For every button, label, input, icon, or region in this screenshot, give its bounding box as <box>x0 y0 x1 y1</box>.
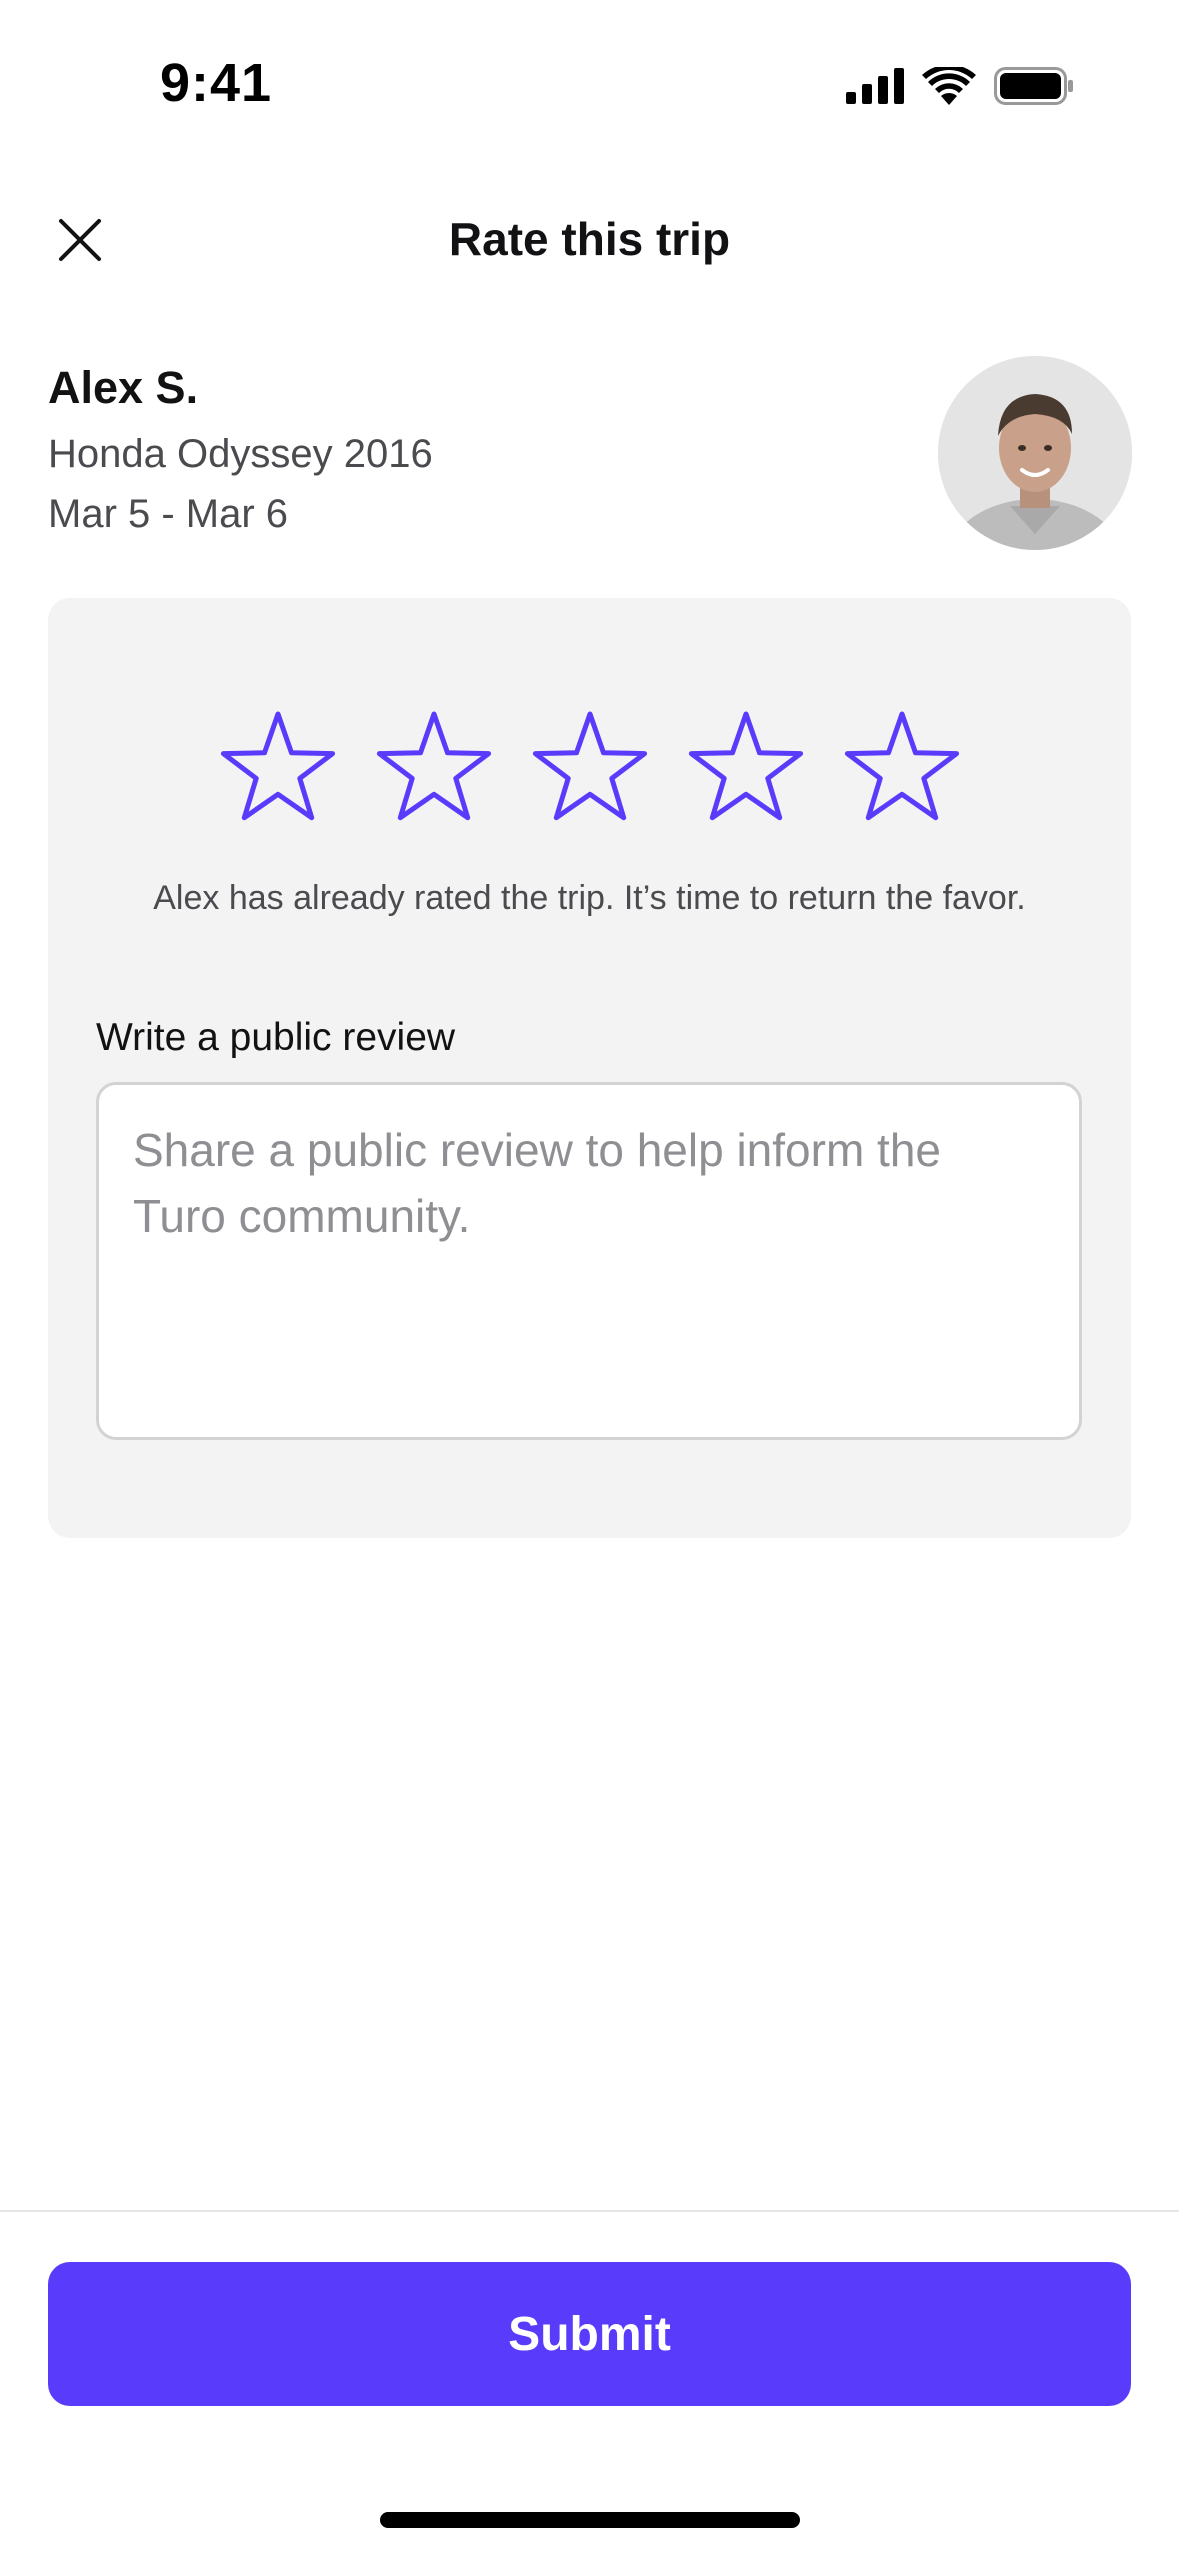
wifi-icon <box>922 67 976 105</box>
review-label: Write a public review <box>96 1016 456 1059</box>
submit-button[interactable]: Submit <box>48 2262 1131 2406</box>
cellular-signal-icon <box>846 68 904 104</box>
star-3-icon[interactable] <box>530 708 650 828</box>
battery-icon <box>994 67 1073 105</box>
host-avatar <box>938 356 1132 550</box>
rating-prompt: Alex has already rated the trip. It’s ti… <box>153 879 1026 917</box>
vehicle-name: Honda Odyssey 2016 <box>48 432 433 476</box>
status-time: 9:41 <box>160 53 273 113</box>
trip-dates: Mar 5 - Mar 6 <box>48 492 289 536</box>
avatar-photo <box>938 356 1132 550</box>
review-input[interactable] <box>96 1082 1082 1440</box>
home-indicator <box>380 2512 800 2528</box>
host-name: Alex S. <box>48 362 199 413</box>
status-bar: 9:41 <box>0 0 1179 160</box>
page-title: Rate this trip <box>448 213 731 265</box>
star-4-icon[interactable] <box>686 708 806 828</box>
star-rating <box>48 708 1131 828</box>
footer-divider <box>0 2210 1179 2212</box>
status-icons <box>846 66 1074 106</box>
star-2-icon[interactable] <box>374 708 494 828</box>
rating-card: Alex has already rated the trip. It’s ti… <box>48 598 1131 1538</box>
star-5-icon[interactable] <box>842 708 962 828</box>
star-1-icon[interactable] <box>218 708 338 828</box>
